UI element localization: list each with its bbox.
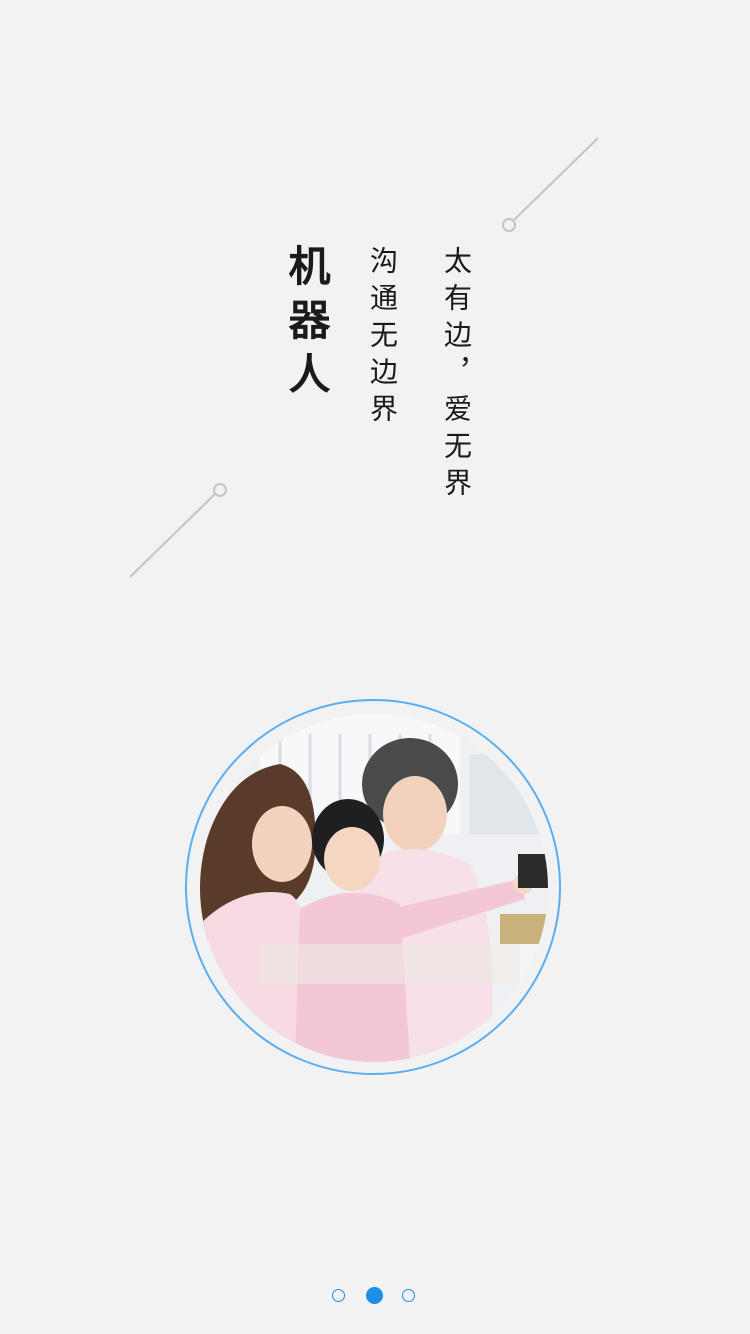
slogan-title: 机器人 [282, 244, 331, 406]
decor-line-bottom [129, 493, 216, 578]
page-dot-1[interactable] [332, 1289, 345, 1302]
slogan-line-right: 太有边，爱无界 [440, 246, 473, 505]
page-dot-2-active[interactable] [366, 1287, 383, 1304]
slogan-line-middle: 沟通无边界 [366, 246, 399, 431]
page-indicator [332, 1287, 418, 1306]
decor-circle-bottom [213, 483, 227, 497]
decor-circle-top [502, 218, 516, 232]
family-selfie-photo [200, 714, 548, 1062]
decorative-lines [129, 137, 599, 578]
decor-line-top [513, 137, 599, 221]
page-dot-3[interactable] [402, 1289, 415, 1302]
photo-illustration [200, 714, 548, 1062]
